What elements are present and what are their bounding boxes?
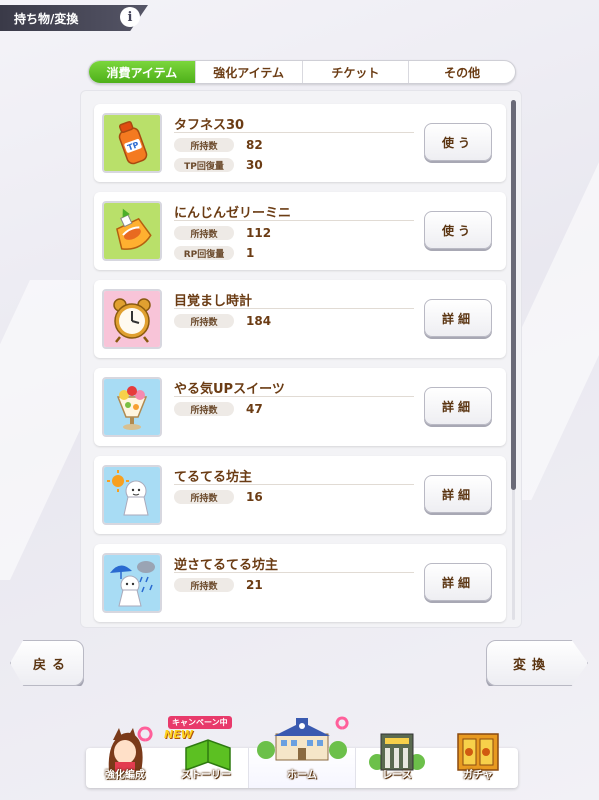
stat-label: RP回復量: [174, 246, 234, 260]
bottom-navigation: 強化編成 キャンペーン中 NEW ストーリー ホーム レース ガチャ: [86, 716, 518, 788]
stat-label: 所持数: [174, 138, 234, 152]
tab-consumable-items[interactable]: 消費アイテム: [89, 61, 195, 83]
info-icon[interactable]: i: [120, 7, 140, 27]
item-name: タフネス30: [174, 118, 245, 133]
stat-label: 所持数: [174, 402, 234, 416]
divider: [174, 396, 414, 397]
item-name: てるてる坊主: [174, 470, 253, 485]
use-button[interactable]: 使う: [424, 211, 492, 249]
stat-label: 所持数: [174, 314, 234, 328]
list-item: 逆さてるてる坊主 所持数 21 詳細: [94, 544, 506, 622]
list-item: にんじんゼリーミニ 所持数 112 RP回復量 1 使う: [94, 192, 506, 270]
divider: [174, 484, 414, 485]
list-item: TP タフネス30 所持数 82 TP回復量 30 使う: [94, 104, 506, 182]
nav-label: ガチャ: [463, 770, 493, 781]
stat-value: 21: [246, 578, 263, 592]
nav-item-enhance-formation[interactable]: 強化編成: [86, 726, 164, 788]
stat-value: 16: [246, 490, 263, 504]
tab-tickets[interactable]: チケット: [301, 61, 409, 83]
list-item: てるてる坊主 所持数 16 詳細: [94, 456, 506, 534]
nav-item-gacha[interactable]: ガチャ: [438, 726, 518, 788]
details-button[interactable]: 詳細: [424, 387, 492, 425]
stat-value: 47: [246, 402, 263, 416]
stat-value: 1: [246, 246, 255, 260]
details-button[interactable]: 詳細: [424, 299, 492, 337]
back-button[interactable]: 戻る: [10, 640, 84, 686]
scrollbar-thumb[interactable]: [511, 100, 516, 490]
stat-value: 30: [246, 158, 263, 172]
tab-enhancement-items[interactable]: 強化アイテム: [194, 61, 302, 83]
stat-recovery: TP回復量 30: [174, 157, 263, 173]
divider: [174, 308, 414, 309]
divider: [174, 132, 414, 133]
stat-owned: 所持数 184: [174, 313, 271, 329]
nav-item-race[interactable]: レース: [356, 726, 438, 788]
stat-owned: 所持数 21: [174, 577, 263, 593]
stat-owned: 所持数 112: [174, 225, 271, 241]
stat-value: 82: [246, 138, 263, 152]
item-name: にんじんゼリーミニ: [174, 206, 292, 221]
nav-label: ストーリー: [181, 770, 231, 781]
teru-teru-bozu-sun-icon: [102, 465, 162, 525]
alarm-clock-icon: [102, 289, 162, 349]
item-name: やる気UPスイーツ: [174, 382, 285, 397]
stat-owned: 所持数 47: [174, 401, 263, 417]
convert-button[interactable]: 変換: [486, 640, 588, 686]
stat-owned: 所持数 16: [174, 489, 263, 505]
stat-label: 所持数: [174, 226, 234, 240]
details-button[interactable]: 詳細: [424, 563, 492, 601]
nav-label: レース: [382, 770, 412, 781]
details-button[interactable]: 詳細: [424, 475, 492, 513]
divider: [174, 572, 414, 573]
nav-item-home[interactable]: ホーム: [248, 716, 356, 788]
list-item: やる気UPスイーツ 所持数 47 詳細: [94, 368, 506, 446]
tp-drink-bottle-icon: TP: [102, 113, 162, 173]
item-list[interactable]: TP タフネス30 所持数 82 TP回復量 30 使う にんじんゼリーミニ 所…: [80, 90, 522, 628]
stat-recovery: RP回復量 1: [174, 245, 254, 261]
parfait-icon: [102, 377, 162, 437]
use-button[interactable]: 使う: [424, 123, 492, 161]
item-name: 逆さてるてる坊主: [174, 558, 279, 573]
tab-other[interactable]: その他: [408, 61, 515, 83]
stat-value: 112: [246, 226, 272, 240]
nav-label: 強化編成: [105, 770, 145, 781]
school-building-icon: [257, 716, 349, 761]
nav-label: ホーム: [287, 770, 317, 781]
item-name: 目覚まし時計: [174, 294, 253, 309]
stat-label: 所持数: [174, 490, 234, 504]
stat-value: 184: [246, 314, 272, 328]
page-title: 持ち物/変換: [14, 12, 79, 26]
stat-label: TP回復量: [174, 158, 234, 172]
teru-teru-bozu-rain-icon: [102, 553, 162, 613]
divider: [174, 220, 414, 221]
list-item: 目覚まし時計 所持数 184 詳細: [94, 280, 506, 358]
carrot-jelly-icon: [102, 201, 162, 261]
stat-label: 所持数: [174, 578, 234, 592]
new-badge: NEW: [164, 728, 193, 741]
stat-owned: 所持数 82: [174, 137, 263, 153]
category-tabs: 消費アイテム 強化アイテム チケット その他: [88, 60, 516, 84]
